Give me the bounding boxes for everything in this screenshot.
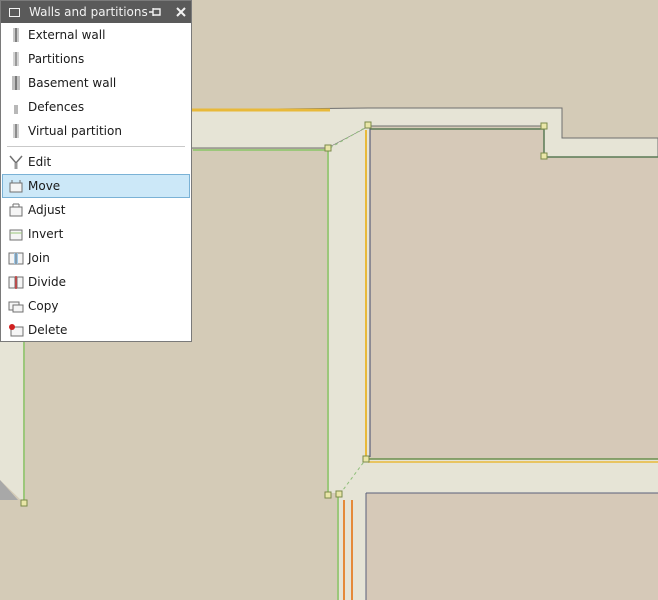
handle[interactable] [364, 121, 372, 129]
tool-adjust[interactable]: Adjust [2, 198, 190, 222]
invert-icon [8, 226, 24, 242]
item-label: Move [28, 179, 61, 193]
close-icon[interactable] [173, 4, 189, 20]
tool-divide[interactable]: Divide [2, 270, 190, 294]
tool-move[interactable]: Move [2, 174, 190, 198]
item-label: Adjust [28, 203, 66, 217]
move-icon [8, 178, 24, 194]
item-label: Divide [28, 275, 67, 289]
palette-title: Walls and partitions [29, 5, 148, 19]
item-label: Join [28, 251, 50, 265]
palette-titlebar[interactable]: Walls and partitions [1, 1, 191, 23]
join-icon [8, 250, 24, 266]
edit-icon [8, 154, 24, 170]
copy-icon [8, 298, 24, 314]
walls-partitions-palette[interactable]: Walls and partitions External wall Parti… [0, 0, 192, 342]
handle[interactable] [324, 144, 332, 152]
item-basement-wall[interactable]: Basement wall [2, 71, 190, 95]
room-right[interactable] [370, 129, 658, 457]
defence-icon [8, 99, 24, 115]
handle[interactable] [20, 499, 28, 507]
wall-vertical[interactable] [328, 126, 370, 493]
external-wall-icon [8, 27, 24, 43]
palette-divider [7, 146, 185, 147]
pin-icon[interactable] [147, 4, 163, 20]
window-icon [9, 7, 20, 17]
adjust-icon [8, 202, 24, 218]
item-label: Partitions [28, 52, 85, 66]
item-label: Delete [28, 323, 68, 337]
basement-wall-icon [8, 75, 24, 91]
item-defences[interactable]: Defences [2, 95, 190, 119]
handle[interactable] [324, 491, 332, 499]
divide-icon [8, 274, 24, 290]
item-label: Invert [28, 227, 64, 241]
tool-invert[interactable]: Invert [2, 222, 190, 246]
handle[interactable] [362, 455, 370, 463]
item-label: Defences [28, 100, 85, 114]
wall-horizontal[interactable] [340, 459, 658, 493]
item-label: External wall [28, 28, 106, 42]
tool-delete[interactable]: Delete [2, 318, 190, 342]
handle[interactable] [335, 490, 343, 498]
wall-left-stub[interactable] [0, 340, 24, 503]
item-label: Copy [28, 299, 59, 313]
handle[interactable] [540, 122, 548, 130]
delete-icon [8, 322, 24, 338]
tool-join[interactable]: Join [2, 246, 190, 270]
item-virtual-partition[interactable]: Virtual partition [2, 119, 190, 143]
item-partitions[interactable]: Partitions [2, 47, 190, 71]
tool-copy[interactable]: Copy [2, 294, 190, 318]
item-external-wall[interactable]: External wall [2, 23, 190, 47]
item-label: Edit [28, 155, 52, 169]
room-bottom-right[interactable] [366, 493, 658, 600]
item-label: Basement wall [28, 76, 117, 90]
handle[interactable] [540, 152, 548, 160]
partition-icon [8, 51, 24, 67]
item-label: Virtual partition [28, 124, 122, 138]
virtual-partition-icon [8, 123, 24, 139]
tool-edit[interactable]: Edit [2, 150, 190, 174]
